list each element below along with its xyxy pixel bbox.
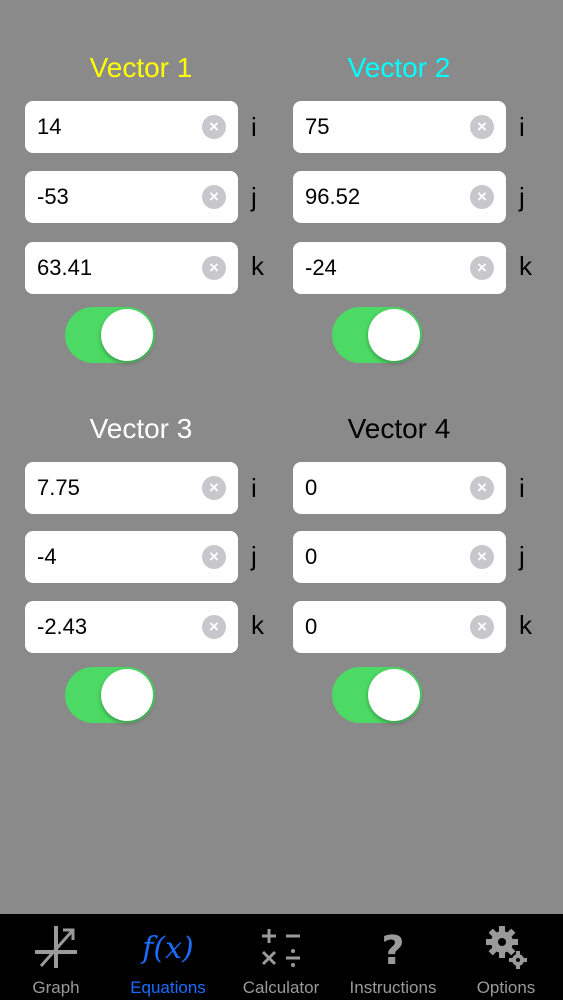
clear-icon[interactable]: × — [202, 476, 226, 500]
vector-4-k-value: 0 — [305, 614, 318, 639]
tab-options[interactable]: Options — [450, 914, 562, 1000]
clear-icon[interactable]: × — [202, 545, 226, 569]
tab-options-label: Options — [476, 978, 536, 997]
clear-icon[interactable]: × — [470, 185, 494, 209]
unit-j-label: j — [251, 541, 257, 571]
vector-2-j-value: 96.52 — [305, 184, 361, 209]
tab-graph[interactable]: Graph — [0, 914, 112, 1000]
vector-1-title: Vector 1 — [89, 52, 193, 83]
vector-3-k-value: -2.43 — [37, 614, 88, 639]
vector-3-j-value: -4 — [37, 544, 57, 569]
vector-4-toggle[interactable] — [332, 667, 422, 723]
unit-k-label: k — [251, 610, 264, 640]
clear-icon[interactable]: × — [470, 476, 494, 500]
unit-i-label: i — [251, 473, 257, 503]
unit-j-label: j — [251, 182, 257, 212]
vector-3-i-value: 7.75 — [37, 475, 80, 500]
vector-3-title: Vector 3 — [89, 413, 193, 444]
tab-instructions[interactable]: ? Instructions — [337, 914, 449, 1000]
unit-j-label: j — [519, 182, 525, 212]
vector-3-i-field[interactable]: 7.75 × — [25, 462, 238, 514]
vector-1-i-field[interactable]: 14 × — [25, 101, 238, 153]
unit-i-label: i — [251, 112, 257, 142]
vector-2-k-field[interactable]: -24 × — [293, 242, 506, 294]
tab-calculator-label: Calculator — [242, 978, 320, 997]
vector-2-j-field[interactable]: 96.52 × — [293, 171, 506, 223]
unit-k-label: k — [519, 251, 532, 281]
clear-icon[interactable]: × — [202, 256, 226, 280]
question-icon: ? — [337, 922, 449, 972]
toggle-knob — [101, 669, 153, 721]
tab-equations[interactable]: f(x) Equations — [112, 914, 224, 1000]
svg-text:f(x): f(x) — [140, 931, 193, 966]
function-icon: f(x) — [112, 922, 224, 972]
unit-i-label: i — [519, 473, 525, 503]
gear-icon — [450, 922, 562, 972]
vector-4-k-field[interactable]: 0 × — [293, 601, 506, 653]
vector-1-k-value: 63.41 — [37, 255, 93, 280]
vector-1-k-field[interactable]: 63.41 × — [25, 242, 238, 294]
vector-2-toggle[interactable] — [332, 307, 422, 363]
vector-2-i-value: 75 — [305, 114, 330, 139]
vector-3-k-field[interactable]: -2.43 × — [25, 601, 238, 653]
svg-text:?: ? — [381, 928, 404, 972]
vector-2-k-value: -24 — [305, 255, 337, 280]
vector-3-toggle[interactable] — [65, 667, 155, 723]
toggle-knob — [101, 309, 153, 361]
graph-icon — [0, 922, 112, 972]
vector-1-toggle[interactable] — [65, 307, 155, 363]
vector-4-title: Vector 4 — [347, 413, 451, 444]
toggle-knob — [368, 669, 420, 721]
tab-equations-label: Equations — [130, 978, 206, 997]
clear-icon[interactable]: × — [202, 115, 226, 139]
unit-k-label: k — [519, 610, 532, 640]
clear-icon[interactable]: × — [202, 615, 226, 639]
vector-2-title: Vector 2 — [347, 52, 451, 83]
unit-k-label: k — [251, 251, 264, 281]
vector-3-j-field[interactable]: -4 × — [25, 531, 238, 583]
vector-4-j-field[interactable]: 0 × — [293, 531, 506, 583]
tab-instructions-label: Instructions — [349, 978, 437, 997]
vector-1-j-field[interactable]: -53 × — [25, 171, 238, 223]
tab-calculator[interactable]: Calculator — [225, 914, 337, 1000]
vector-2-i-field[interactable]: 75 × — [293, 101, 506, 153]
vector-4-i-field[interactable]: 0 × — [293, 462, 506, 514]
vector-1-j-value: -53 — [37, 184, 69, 209]
clear-icon[interactable]: × — [470, 256, 494, 280]
vector-4-i-value: 0 — [305, 475, 318, 500]
vector-1-i-value: 14 — [37, 114, 62, 139]
clear-icon[interactable]: × — [470, 615, 494, 639]
clear-icon[interactable]: × — [202, 185, 226, 209]
clear-icon[interactable]: × — [470, 115, 494, 139]
unit-j-label: j — [519, 541, 525, 571]
calculator-icon — [225, 922, 337, 972]
toggle-knob — [368, 309, 420, 361]
tab-bar: Graph f(x) Equations Calculator ? Instru… — [0, 914, 563, 1000]
clear-icon[interactable]: × — [470, 545, 494, 569]
tab-graph-label: Graph — [32, 978, 80, 997]
unit-i-label: i — [519, 112, 525, 142]
vector-4-j-value: 0 — [305, 544, 318, 569]
